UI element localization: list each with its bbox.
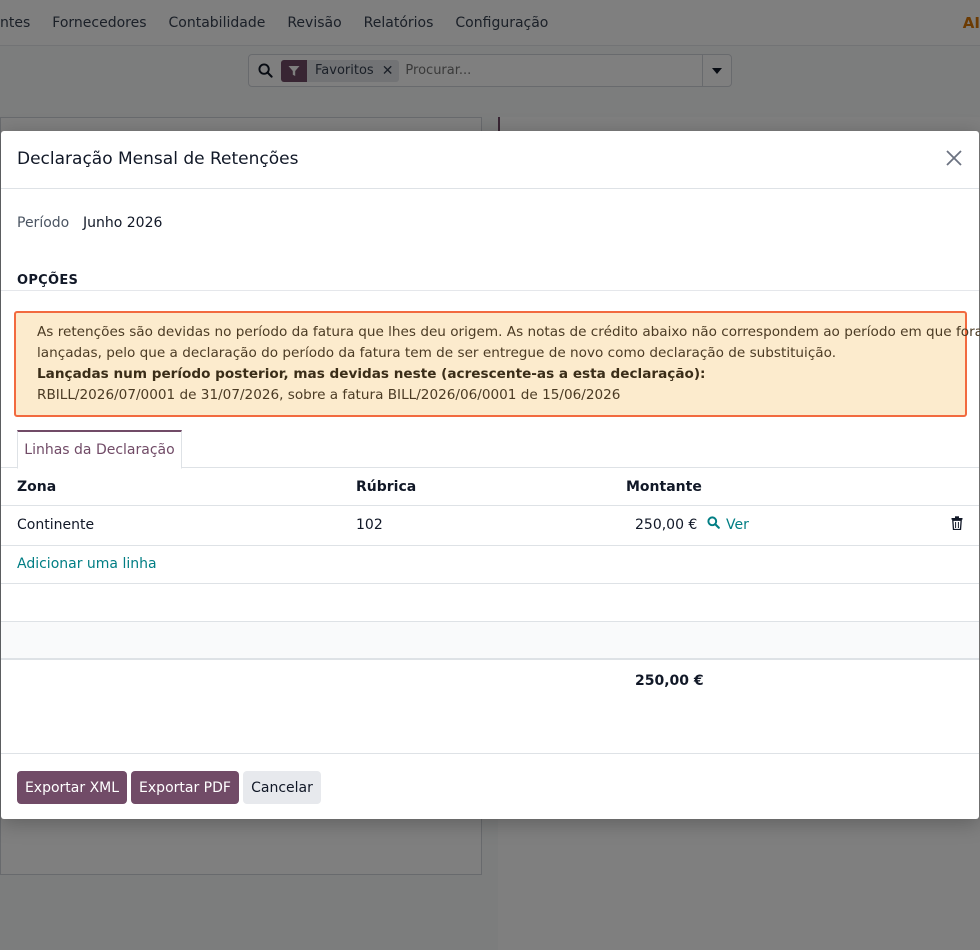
tab-declaration-lines[interactable]: Linhas da Declaração [17, 430, 182, 469]
warning-alert: As retenções são devidas no período da f… [14, 311, 980, 417]
alert-heading: Lançadas num período posterior, mas devi… [37, 366, 706, 382]
alert-line-1: As retenções são devidas no período da f… [37, 324, 980, 340]
dialog-footer: Exportar XML Exportar PDF Cancelar [1, 753, 979, 819]
alert-credit-note: RBILL/2026/07/0001 de 31/07/2026, sobre … [37, 387, 621, 403]
add-line-row: Adicionar uma linha [1, 546, 979, 584]
export-pdf-button[interactable]: Exportar PDF [131, 771, 239, 804]
empty-row [1, 584, 979, 622]
export-xml-button[interactable]: Exportar XML [17, 771, 127, 804]
total-amount: 250,00 € [635, 673, 704, 689]
table-header: Zona Rúbrica Montante [1, 468, 979, 506]
column-header-zona[interactable]: Zona [17, 479, 56, 495]
declaration-dialog: Declaração Mensal de Retenções Período J… [1, 131, 980, 819]
view-button-label: Ver [726, 516, 749, 533]
period-label: Período [17, 215, 70, 231]
dialog-title: Declaração Mensal de Retenções [17, 149, 299, 169]
period-value[interactable]: Junho 2026 [83, 215, 162, 231]
search-icon [707, 516, 720, 533]
add-line-link[interactable]: Adicionar uma linha [17, 556, 157, 572]
alert-line-2: lançadas, pelo que a declaração do perío… [37, 345, 837, 361]
cell-montante[interactable]: 250,00 € [635, 517, 697, 533]
empty-row [1, 622, 979, 660]
table-row[interactable]: Continente 102 250,00 € Ver [1, 506, 979, 546]
view-button[interactable]: Ver [707, 516, 749, 533]
trash-icon[interactable] [951, 516, 965, 532]
section-divider [1, 290, 979, 291]
dialog-header: Declaração Mensal de Retenções [1, 131, 979, 189]
tab-bar: Linhas da Declaração [1, 430, 979, 469]
column-header-rubrica[interactable]: Rúbrica [356, 479, 416, 495]
column-header-montante[interactable]: Montante [626, 479, 702, 495]
options-section-title: OPÇÕES [17, 273, 79, 288]
cell-rubrica[interactable]: 102 [356, 517, 383, 533]
cancel-button[interactable]: Cancelar [243, 771, 321, 804]
close-icon[interactable] [945, 149, 965, 169]
cell-zona[interactable]: Continente [17, 517, 94, 533]
